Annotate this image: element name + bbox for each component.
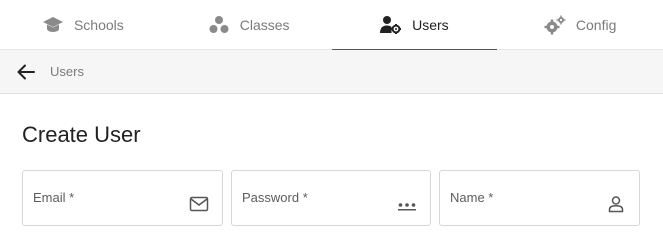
- gears-icon: [544, 14, 566, 36]
- name-field-label: Name *: [450, 190, 494, 205]
- password-field[interactable]: Password *: [231, 170, 431, 226]
- arrow-left-icon: [17, 64, 35, 79]
- graduation-cap-icon: [42, 14, 64, 36]
- email-field-label: Email *: [33, 190, 75, 205]
- back-button[interactable]: [13, 59, 39, 85]
- user-gear-icon: [380, 14, 402, 36]
- tab-config[interactable]: Config: [497, 0, 663, 50]
- tab-schools[interactable]: Schools: [0, 0, 166, 50]
- tab-label: Config: [575, 17, 617, 33]
- password-dots-icon: [396, 193, 418, 215]
- tab-label: Classes: [239, 17, 290, 33]
- group-dots-icon: [208, 14, 230, 36]
- breadcrumb-current: Users: [50, 64, 84, 79]
- tab-users[interactable]: Users: [331, 0, 498, 51]
- password-field-label: Password *: [242, 190, 308, 205]
- name-field[interactable]: Name *: [439, 170, 640, 226]
- tab-label: Users: [412, 17, 449, 33]
- breadcrumb: Users: [0, 50, 663, 94]
- tab-classes[interactable]: Classes: [166, 0, 332, 50]
- top-tab-bar: Schools Classes Users Config: [0, 0, 663, 51]
- email-field[interactable]: Email *: [22, 170, 223, 226]
- mail-icon: [188, 193, 210, 215]
- tab-label: Schools: [73, 17, 124, 33]
- page-title: Create User: [22, 122, 141, 147]
- person-icon: [605, 193, 627, 215]
